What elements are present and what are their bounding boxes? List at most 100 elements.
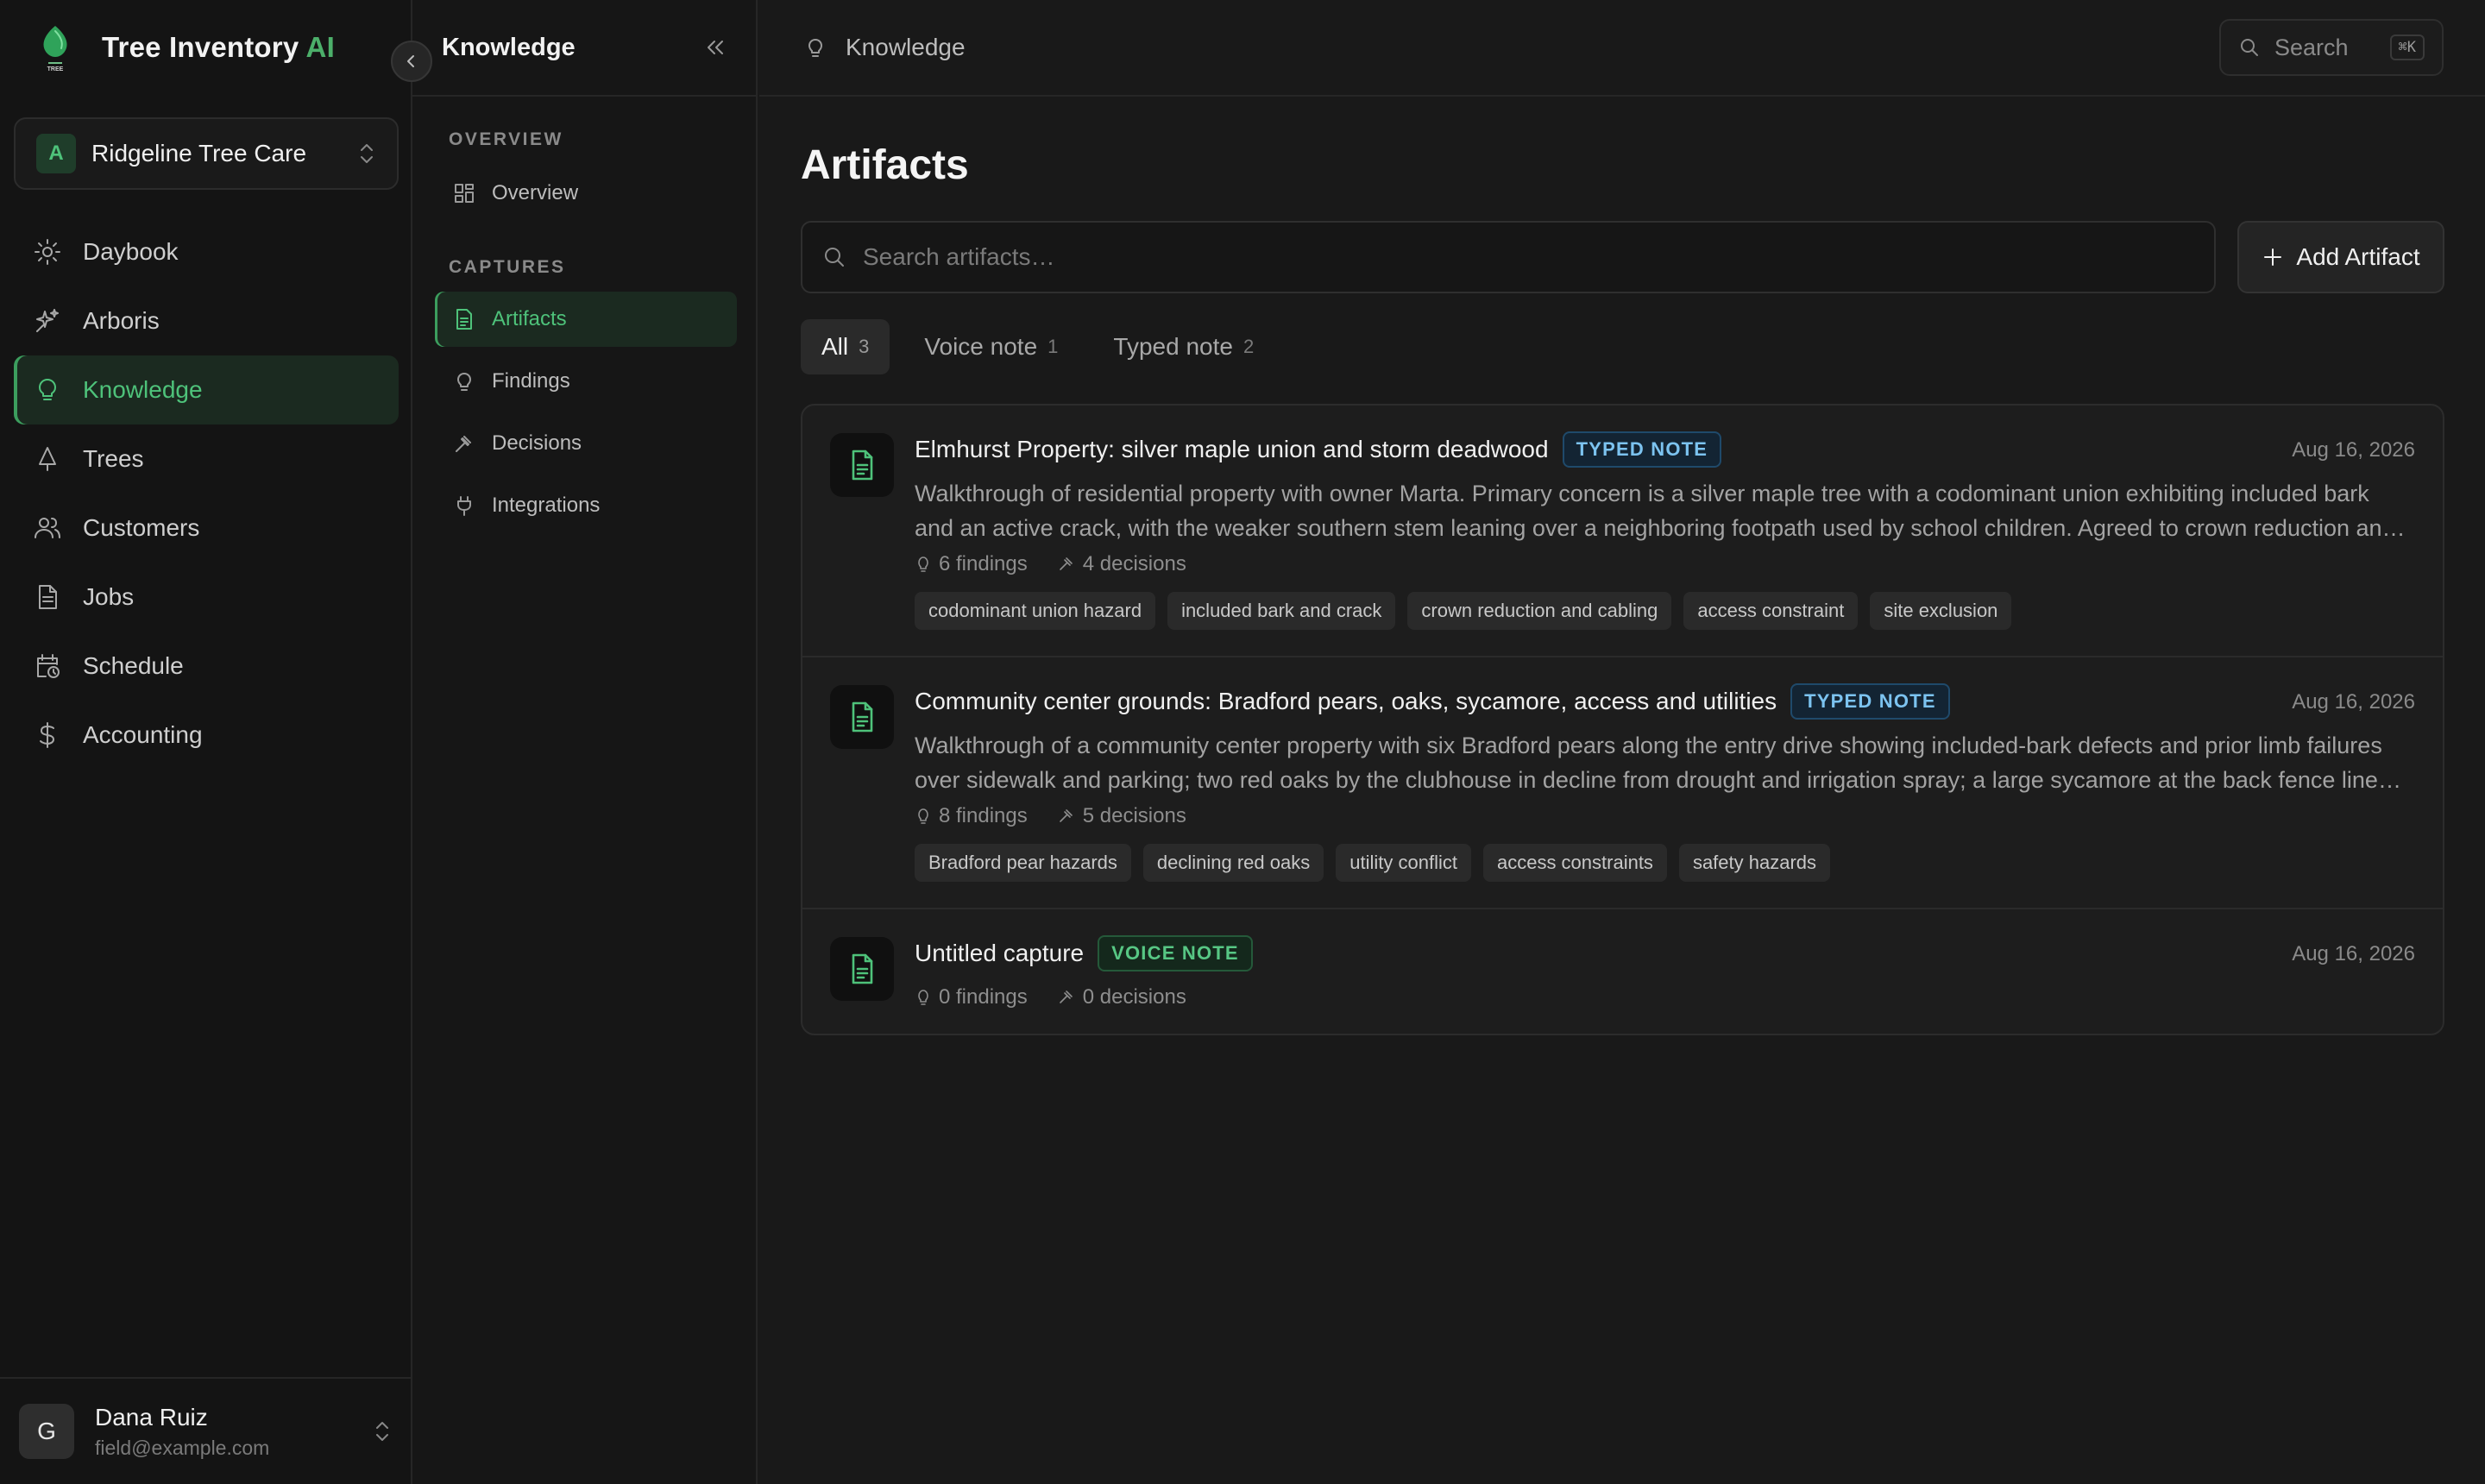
tag[interactable]: site exclusion [1870,592,2012,630]
gavel-icon [1059,809,1073,822]
subnav-item-label: Artifacts [492,307,567,330]
tab-label: All [821,333,849,360]
type-badge: TYPED NOTE [1790,683,1950,720]
nav-item-label: Daybook [83,238,179,265]
lightbulb-icon [808,39,822,57]
subnav-title: Knowledge [442,33,576,61]
list-item[interactable]: Elmhurst Property: silver maple union an… [802,406,2443,657]
tab-count: 1 [1047,336,1059,357]
decisions-count: 5 decisions [1057,804,1186,828]
subnav-item-decisions[interactable]: Decisions [435,416,737,471]
findings-label: 8 findings [939,804,1028,827]
logo-text: TREE [47,66,64,72]
nav-item-customers[interactable]: Customers [14,494,399,563]
tab-voice-note[interactable]: Voice note 1 [903,319,1079,374]
nav-item-arboris[interactable]: Arboris [14,286,399,355]
decisions-count: 4 decisions [1057,552,1186,576]
findings-count: 6 findings [915,552,1028,576]
decisions-count: 0 decisions [1057,985,1186,1009]
org-switcher[interactable]: A Ridgeline Tree Care [14,117,399,190]
global-search-button[interactable]: Search ⌘K [2219,19,2444,76]
gavel-icon [1059,990,1073,1003]
brand[interactable]: TREE Tree Inventory AI [29,22,335,72]
nav-item-trees[interactable]: Trees [14,424,399,494]
sparkles-icon [36,309,59,332]
file-text-icon [830,937,894,1001]
section-label-captures: CAPTURES [449,257,566,277]
global-search-label: Search [2274,34,2349,60]
tag[interactable]: Bradford pear hazards [915,844,1131,882]
search-input[interactable] [863,243,2214,271]
tag[interactable]: safety hazards [1678,844,1831,882]
nav-item-label: Customers [83,514,200,541]
subnav-item-label: Overview [492,181,579,204]
tree-icon [39,447,56,471]
subnav-item-integrations[interactable]: Integrations [435,478,737,533]
breadcrumb: Knowledge [802,34,966,61]
tag[interactable]: included bark and crack [1167,592,1396,630]
findings-label: 0 findings [939,985,1028,1009]
chevrons-left-icon[interactable] [704,38,727,57]
lightbulb-icon [918,808,928,824]
subnav-item-findings[interactable]: Findings [435,354,737,409]
list-item[interactable]: Untitled capture VOICE NOTE Aug 16, 2026… [802,909,2443,1034]
tag[interactable]: utility conflict [1336,844,1471,882]
user-menu[interactable]: G Dana Ruiz field@example.com [0,1377,412,1484]
subnav-item-label: Findings [492,369,570,393]
tab-label: Typed note [1113,333,1233,360]
users-icon [35,518,60,538]
findings-count: 8 findings [915,804,1028,828]
tag[interactable]: access constraint [1683,592,1859,630]
main-nav: Daybook Arboris Knowledge Trees Customer… [14,217,399,770]
subnav-item-overview[interactable]: Overview [435,166,737,221]
decisions-label: 0 decisions [1082,985,1186,1009]
page-title: Artifacts [801,142,969,188]
gavel-icon [456,436,471,452]
nav-item-schedule[interactable]: Schedule [14,632,399,701]
subnav-item-label: Decisions [492,431,582,455]
lightbulb-icon [457,373,471,391]
lightbulb-icon [918,556,928,572]
artifact-title: Elmhurst Property: silver maple union an… [915,436,1549,462]
org-name: Ridgeline Tree Care [91,140,307,167]
add-artifact-button[interactable]: Add Artifact [2237,221,2444,293]
tab-typed-note[interactable]: Typed note 2 [1092,319,1274,374]
lightbulb-icon [39,379,56,400]
artifact-date: Aug 16, 2026 [2292,942,2415,965]
artifact-date: Aug 16, 2026 [2292,438,2415,462]
tag[interactable]: declining red oaks [1142,844,1324,882]
nav-item-label: Knowledge [83,376,203,403]
top-bar: Knowledge Search ⌘K [759,0,2485,97]
nav-item-jobs[interactable]: Jobs [14,563,399,632]
nav-item-accounting[interactable]: Accounting [14,701,399,770]
collapse-sidebar-button[interactable] [391,41,432,82]
nav-item-knowledge[interactable]: Knowledge [14,355,399,424]
main-content: Artifacts Add Artifact All 3 Voice note … [759,97,2485,1484]
artifact-description: Walkthrough of a community center proper… [915,733,2382,793]
plug-icon [457,496,471,516]
lightbulb-icon [918,990,928,1005]
tag[interactable]: codominant union hazard [915,592,1156,630]
search-icon [825,248,844,267]
nav-item-label: Trees [83,445,144,472]
chevron-up-down-icon [361,144,373,163]
avatar: G [19,1404,74,1459]
app-name: Tree Inventory AI [102,31,335,64]
add-artifact-label: Add Artifact [2296,243,2420,270]
subnav-item-label: Integrations [492,494,601,517]
keyboard-shortcut: ⌘K [2389,35,2425,60]
nav-item-daybook[interactable]: Daybook [14,217,399,286]
tab-all[interactable]: All 3 [801,319,890,374]
subnav-item-artifacts[interactable]: Artifacts [435,292,737,347]
calendar-clock-icon [37,654,60,678]
primary-sidebar: TREE Tree Inventory AI A Ridgeline Tree … [0,0,412,1484]
app-name-text: Tree Inventory [102,31,299,63]
chevron-up-down-icon [376,1422,388,1441]
decisions-label: 5 decisions [1082,804,1186,827]
list-item[interactable]: Community center grounds: Bradford pears… [802,657,2443,909]
tag[interactable]: access constraints [1482,844,1667,882]
tag[interactable]: crown reduction and cabling [1407,592,1672,630]
plus-icon [2264,248,2282,266]
tree-logo-icon: TREE [29,22,81,73]
nav-item-label: Accounting [83,721,203,748]
